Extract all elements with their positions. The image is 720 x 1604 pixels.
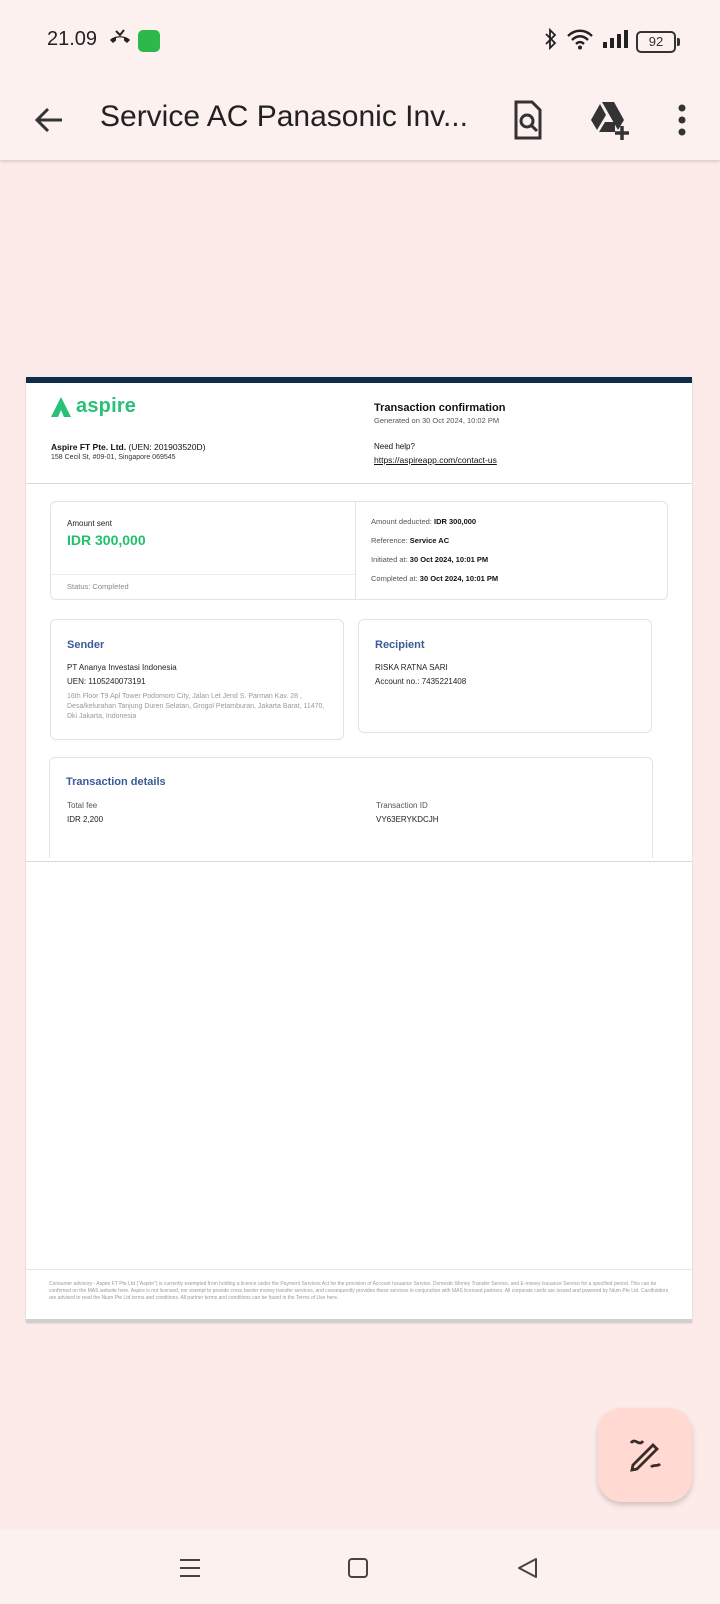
- amount-label: Amount sent: [67, 519, 112, 528]
- company-address: 158 Cecil St, #09-01, Singapore 069545: [51, 454, 176, 461]
- battery-icon: 92: [636, 30, 680, 53]
- recipient-card: Recipient RISKA RATNA SARI Account no.: …: [358, 619, 652, 733]
- footer-divider: [26, 1269, 692, 1270]
- aspire-logo-icon: [51, 396, 71, 417]
- help-link[interactable]: https://aspireapp.com/contact-us: [374, 455, 497, 465]
- amount-value: IDR 300,000: [67, 532, 146, 548]
- sender-title: Sender: [67, 639, 105, 651]
- status-bar: 21.09 92: [0, 0, 720, 80]
- recipient-name: RISKA RATNA SARI: [375, 663, 448, 672]
- page-bottom-edge: [26, 1319, 692, 1323]
- transaction-details-card: Transaction details Total fee IDR 2,200 …: [49, 757, 653, 858]
- section-divider: [26, 861, 692, 862]
- fee-label: Total fee: [67, 801, 98, 810]
- edit-fab-button[interactable]: [598, 1408, 692, 1502]
- sender-address: 16th Floor T9 Apl Tower Podomoro City, J…: [67, 693, 325, 720]
- completed-row: Completed at: 30 Oct 2024, 10:01 PM: [371, 574, 499, 583]
- drive-add-icon[interactable]: [584, 94, 636, 146]
- back-arrow-icon[interactable]: [28, 98, 72, 142]
- status-badge: Status: Completed: [67, 582, 129, 591]
- menu-icon[interactable]: [168, 1548, 212, 1588]
- page-title: Service AC Panasonic Inv...: [100, 100, 468, 133]
- sender-card: Sender PT Ananya Investasi Indonesia UEN…: [50, 619, 344, 740]
- help-label: Need help?: [374, 442, 415, 451]
- recipient-account: Account no.: 7435221408: [375, 677, 467, 686]
- consumer-advisory: Consumer advisory - Aspire FT Pte Ltd ("…: [49, 1281, 669, 1301]
- sender-uen: UEN: 1105240073191: [67, 677, 146, 686]
- recipient-title: Recipient: [375, 639, 425, 651]
- bluetooth-icon: [544, 27, 558, 55]
- details-title: Transaction details: [66, 776, 166, 788]
- amount-panel: Amount sent IDR 300,000 Status: Complete…: [51, 502, 356, 599]
- system-nav-bar: [0, 1530, 720, 1604]
- app-bar: Service AC Panasonic Inv...: [0, 80, 720, 160]
- app-notification-icon: [138, 30, 160, 52]
- pdf-page: aspire Aspire FT Pte. Ltd. (UEN: 2019035…: [26, 377, 692, 1323]
- summary-card: Amount sent IDR 300,000 Status: Complete…: [50, 501, 668, 600]
- company-name: Aspire FT Pte. Ltd. (UEN: 201903520D): [51, 442, 206, 452]
- back-icon[interactable]: [506, 1548, 550, 1588]
- transaction-id-label: Transaction ID: [376, 801, 428, 810]
- call-missed-icon: [108, 28, 132, 53]
- doc-title: Transaction confirmation: [374, 402, 506, 414]
- aspire-logo: aspire: [50, 395, 136, 418]
- status-time: 21.09: [47, 28, 98, 50]
- more-vert-icon[interactable]: [660, 94, 704, 146]
- transaction-id-value: VY63ERYKDCJH: [376, 815, 439, 824]
- reference-row: Reference: Service AC: [371, 536, 450, 545]
- sender-name: PT Ananya Investasi Indonesia: [67, 663, 177, 672]
- initiated-row: Initiated at: 30 Oct 2024, 10:01 PM: [371, 555, 489, 564]
- home-icon[interactable]: [336, 1548, 380, 1588]
- brand-name: aspire: [76, 395, 137, 417]
- doc-search-icon[interactable]: [502, 94, 554, 146]
- fee-value: IDR 2,200: [67, 815, 104, 824]
- amount-deducted-row: Amount deducted: IDR 300,000: [371, 517, 477, 526]
- status-icons: 92: [544, 27, 680, 55]
- wifi-icon: [566, 28, 594, 55]
- signal-icon: [602, 29, 628, 54]
- generated-date: Generated on 30 Oct 2024, 10:02 PM: [374, 416, 500, 425]
- divider: [51, 574, 355, 575]
- edit-pen-icon: [625, 1433, 665, 1478]
- doc-header: aspire Aspire FT Pte. Ltd. (UEN: 2019035…: [26, 383, 692, 484]
